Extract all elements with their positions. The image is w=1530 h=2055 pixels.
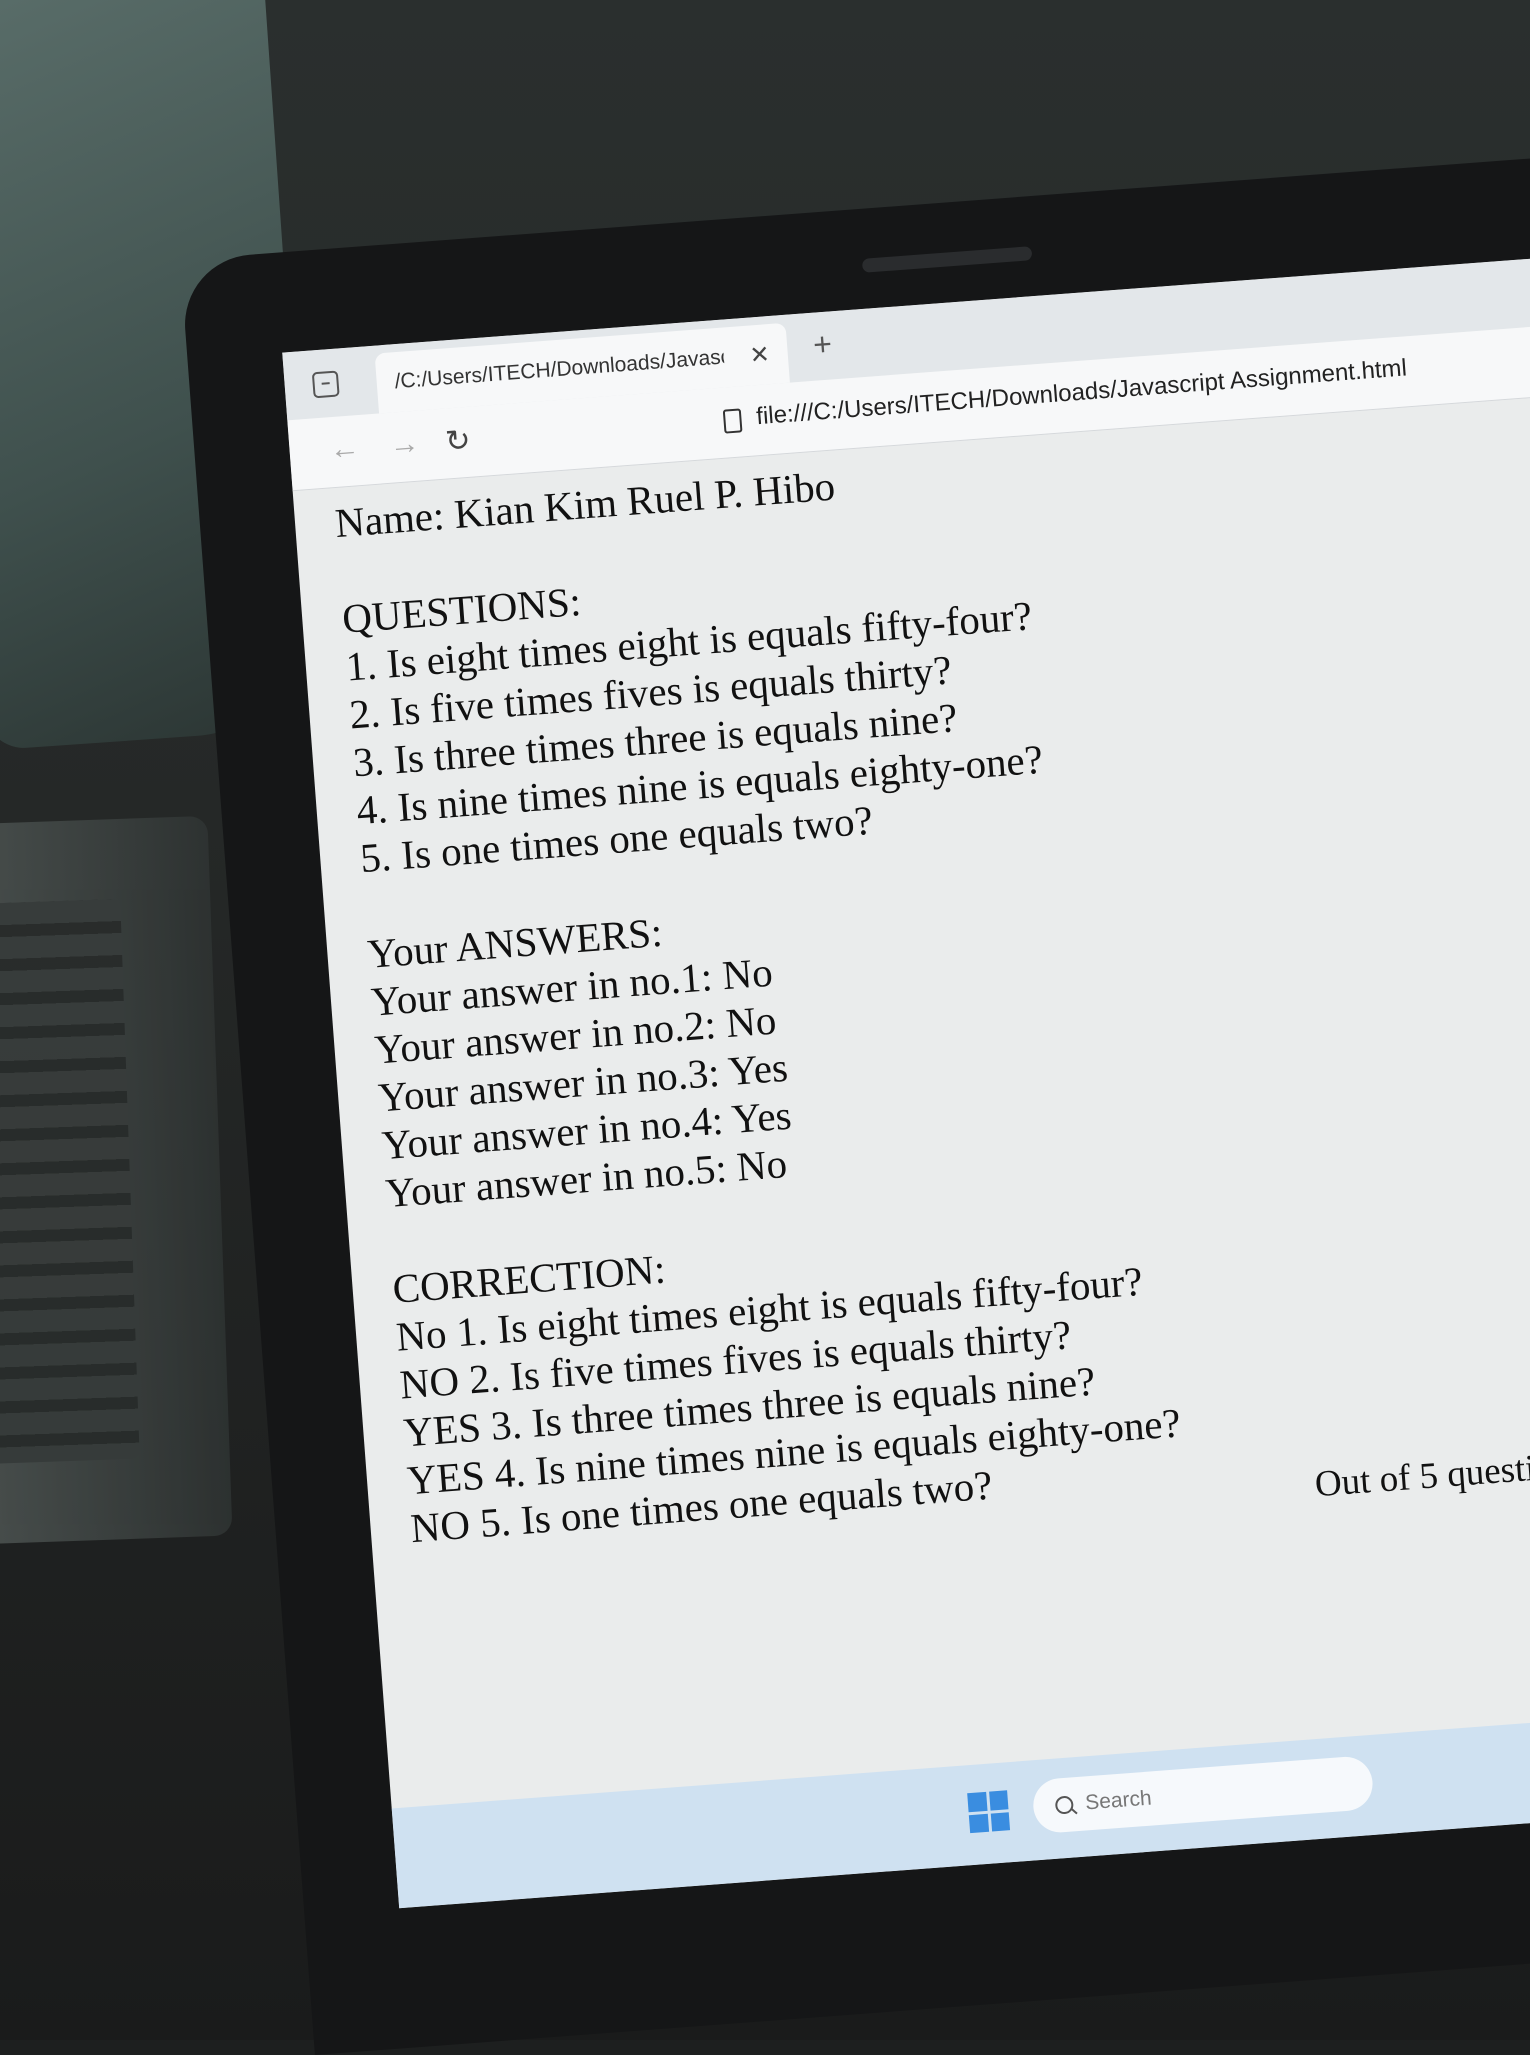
photo-device [0,815,233,1545]
back-arrow-icon[interactable]: ← [328,431,360,467]
search-placeholder: Search [1084,1786,1153,1815]
page-content: Name: Kian Kim Ruel P. Hibo QUESTIONS: 1… [333,405,1530,1553]
new-tab-button[interactable]: + [812,325,833,363]
taskbar-search[interactable]: Search [1031,1754,1375,1835]
laptop-bezel: /C:/Users/ITECH/Downloads/Javasc ✕ + ← →… [180,147,1530,2055]
taskbar: Search [391,1709,1530,1909]
reload-icon[interactable]: ↻ [444,423,472,460]
tab-actions-icon[interactable] [311,370,340,399]
screen: /C:/Users/ITECH/Downloads/Javasc ✕ + ← →… [282,253,1530,1909]
search-icon [1054,1795,1074,1815]
forward-arrow-icon[interactable]: → [388,427,420,463]
webcam [861,246,1033,273]
tab-title: /C:/Users/ITECH/Downloads/Javasc [393,345,725,394]
windows-start-icon[interactable] [967,1790,1011,1834]
close-icon[interactable]: ✕ [749,340,771,370]
file-icon [722,408,743,434]
